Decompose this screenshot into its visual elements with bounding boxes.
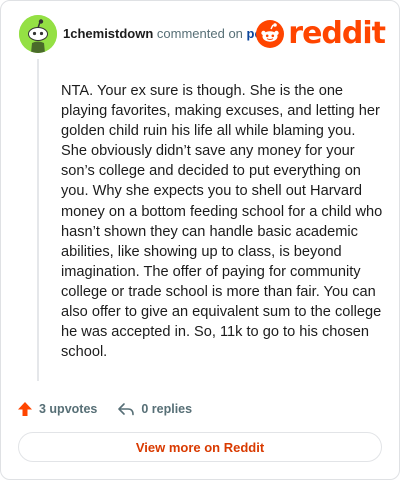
- comment-card: 1chemistdown commented on post reddit: [0, 0, 400, 480]
- reply-stat[interactable]: 0 replies: [117, 401, 192, 417]
- reply-arrow-icon: [118, 403, 135, 416]
- reply-count: 0 replies: [141, 402, 193, 416]
- reddit-logo[interactable]: reddit: [256, 16, 386, 51]
- reddit-wordmark: reddit: [288, 16, 386, 51]
- upvote-arrow-icon: [18, 402, 32, 416]
- reddit-snoo-icon: [256, 20, 285, 48]
- thread-line: [37, 59, 39, 381]
- user-avatar[interactable]: [19, 15, 57, 53]
- username-link[interactable]: 1chemistdown: [63, 26, 153, 41]
- snoo-avatar-icon: [19, 15, 57, 53]
- comment-meta: 1chemistdown commented on post: [63, 26, 274, 41]
- upvote-stat[interactable]: 3 upvotes: [17, 401, 97, 417]
- comment-footer: 3 upvotes 0 replies: [17, 399, 192, 419]
- action-text: commented on: [156, 26, 243, 41]
- comment-body: NTA. Your ex sure is though. She is the …: [61, 83, 383, 361]
- view-more-button[interactable]: View more on Reddit: [18, 432, 382, 462]
- comment-header: 1chemistdown commented on post reddit: [19, 15, 386, 55]
- upvote-count: 3 upvotes: [39, 402, 98, 416]
